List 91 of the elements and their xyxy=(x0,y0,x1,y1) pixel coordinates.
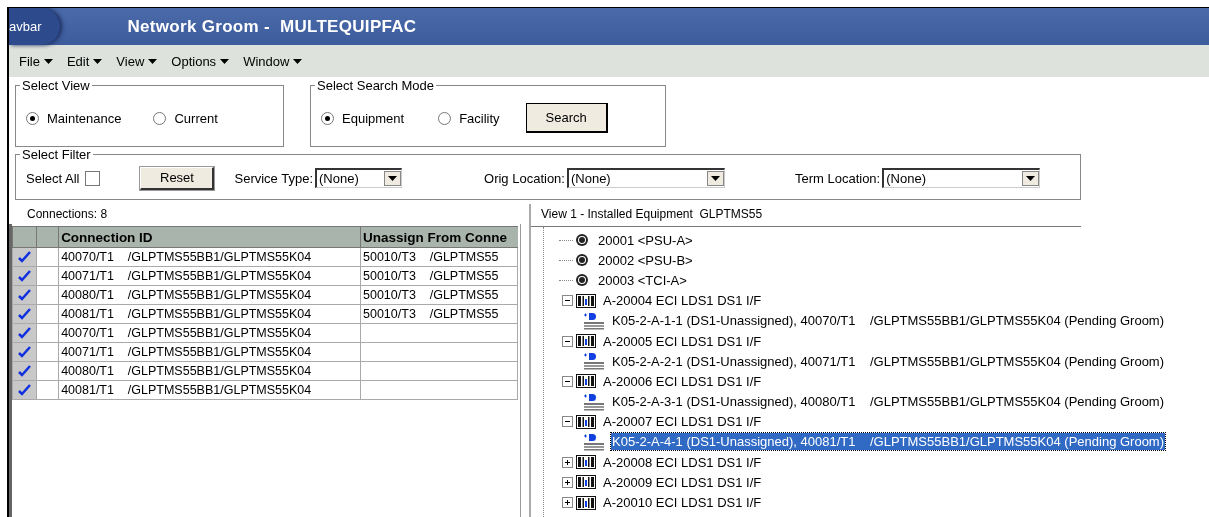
dropdown-label: Service Type: xyxy=(234,170,313,186)
group-title: Select Filter xyxy=(21,147,92,162)
column-header[interactable]: Connection ID xyxy=(58,226,361,248)
group-title: Select Search Mode xyxy=(316,78,436,93)
check-icon xyxy=(18,327,32,339)
port-icon xyxy=(575,253,589,268)
expand-icon[interactable] xyxy=(562,476,573,488)
tree-item[interactable]: A-20008 ECI LDS1 DS1 I/F xyxy=(602,453,763,471)
expand-icon[interactable] xyxy=(562,456,573,468)
navbar-tab[interactable]: avbar xyxy=(9,8,60,45)
check-icon xyxy=(18,365,32,377)
tree-item[interactable]: K05-2-A-1-1 (DS1-Unassigned), 40070/T1 /GLPTMS55BB1/GLPTMS55K04 (Pending Groom) xyxy=(611,312,1166,330)
reset-button[interactable]: Reset xyxy=(140,166,215,190)
caret-icon xyxy=(43,58,53,64)
column-header[interactable]: Unassign From Conne xyxy=(360,226,518,248)
check-icon xyxy=(18,308,32,320)
table-cell: 50010/T3 /GLPTMS55 xyxy=(360,285,518,305)
circuit-icon xyxy=(583,352,605,371)
menu-item[interactable]: View xyxy=(116,53,158,69)
tree-item[interactable]: A-20007 ECI LDS1 DS1 I/F xyxy=(602,413,763,431)
tree-item[interactable]: A-20006 ECI LDS1 DS1 I/F xyxy=(602,372,763,390)
table-cell: 40080/T1 /GLPTMS55BB1/GLPTMS55K04 xyxy=(58,361,361,381)
card-icon xyxy=(576,373,596,390)
tree-title: View 1 - Installed Equipment GLPTMS55 xyxy=(540,206,764,223)
collapse-icon[interactable] xyxy=(562,295,573,307)
tree-item[interactable]: K05-2-A-4-1 (DS1-Unassigned), 40081/T1 /GLPTMS55BB1/GLPTMS55K04 (Pending Groom) xyxy=(611,433,1166,451)
radio-option[interactable]: Maintenance xyxy=(26,110,122,126)
port-icon xyxy=(575,233,589,248)
dropdown[interactable]: (None) xyxy=(882,168,1041,188)
table-cell: 50010/T3 /GLPTMS55 xyxy=(360,304,518,324)
expand-icon[interactable] xyxy=(562,497,573,509)
menu-item[interactable]: Edit xyxy=(66,53,103,69)
tree-item[interactable]: A-20004 ECI LDS1 DS1 I/F xyxy=(602,292,763,310)
table-cell: 40071/T1 /GLPTMS55BB1/GLPTMS55K04 xyxy=(58,342,361,362)
caret-icon xyxy=(710,176,720,181)
table-cell: 40081/T1 /GLPTMS55BB1/GLPTMS55K04 xyxy=(58,380,361,400)
check-icon xyxy=(18,270,32,282)
tree-item[interactable]: 20002 <PSU-B> xyxy=(597,251,694,269)
select-all-label: Select All xyxy=(26,170,80,186)
card-icon xyxy=(576,494,596,511)
card-icon xyxy=(576,413,596,430)
circuit-icon xyxy=(583,311,605,330)
circuit-icon xyxy=(583,392,605,411)
table-cell: 50010/T3 /GLPTMS55 xyxy=(360,247,518,267)
card-icon xyxy=(576,454,596,471)
collapse-icon[interactable] xyxy=(562,335,573,347)
connections-count: Connections: 8 xyxy=(26,206,109,223)
collapse-icon[interactable] xyxy=(562,416,573,428)
select-all-checkbox[interactable] xyxy=(85,170,101,186)
menu-item[interactable]: Window xyxy=(243,53,303,69)
caret-icon xyxy=(148,58,158,64)
card-icon xyxy=(576,292,596,309)
radio-option[interactable]: Facility xyxy=(438,110,500,126)
check-icon xyxy=(18,346,32,358)
check-icon xyxy=(18,384,32,396)
table-cell: 40081/T1 /GLPTMS55BB1/GLPTMS55K04 xyxy=(58,304,361,324)
tree-item[interactable]: 20001 <PSU-A> xyxy=(597,231,694,249)
menu-item[interactable]: File xyxy=(19,53,53,69)
caret-icon xyxy=(93,58,103,64)
caret-icon xyxy=(293,58,303,64)
port-icon xyxy=(575,273,589,288)
radio-option[interactable]: Current xyxy=(153,110,218,126)
table-cell: 40080/T1 /GLPTMS55BB1/GLPTMS55K04 xyxy=(58,285,361,305)
dropdown-label: Orig Location: xyxy=(484,170,565,186)
caret-icon xyxy=(1026,176,1036,181)
caret-icon xyxy=(388,176,397,181)
tree-item[interactable]: K05-2-A-3-1 (DS1-Unassigned), 40080/T1 /GLPTMS55BB1/GLPTMS55K04 (Pending Groom) xyxy=(611,393,1166,411)
tree-item[interactable]: K05-2-A-2-1 (DS1-Unassigned), 40071/T1 /GLPTMS55BB1/GLPTMS55K04 (Pending Groom) xyxy=(611,352,1166,370)
table-cell: 40071/T1 /GLPTMS55BB1/GLPTMS55K04 xyxy=(58,266,361,286)
window-title: Network Groom - MULTEQUIPFAC xyxy=(127,16,417,37)
tree-item[interactable]: A-20010 ECI LDS1 DS1 I/F xyxy=(602,494,763,512)
table-cell: 40070/T1 /GLPTMS55BB1/GLPTMS55K04 xyxy=(58,247,361,267)
card-icon xyxy=(576,333,596,350)
tree-item[interactable]: 20003 <TCI-A> xyxy=(597,271,688,289)
search-button[interactable]: Search xyxy=(525,103,608,133)
card-icon xyxy=(576,474,596,491)
caret-icon xyxy=(220,58,230,64)
check-icon xyxy=(18,289,32,301)
table-cell: 50010/T3 /GLPTMS55 xyxy=(360,266,518,286)
radio-option[interactable]: Equipment xyxy=(321,110,405,126)
menu-item[interactable]: Options xyxy=(171,53,230,69)
circuit-icon xyxy=(583,432,605,451)
tree-item[interactable]: A-20009 ECI LDS1 DS1 I/F xyxy=(602,473,763,491)
group-title: Select View xyxy=(21,78,91,93)
dropdown[interactable]: (None) xyxy=(315,168,402,188)
collapse-icon[interactable] xyxy=(562,375,573,387)
check-icon xyxy=(18,251,32,263)
dropdown-label: Term Location: xyxy=(794,170,881,186)
tree-item[interactable]: A-20005 ECI LDS1 DS1 I/F xyxy=(602,332,763,350)
table-cell: 40070/T1 /GLPTMS55BB1/GLPTMS55K04 xyxy=(58,323,361,343)
dropdown[interactable]: (None) xyxy=(566,168,725,188)
